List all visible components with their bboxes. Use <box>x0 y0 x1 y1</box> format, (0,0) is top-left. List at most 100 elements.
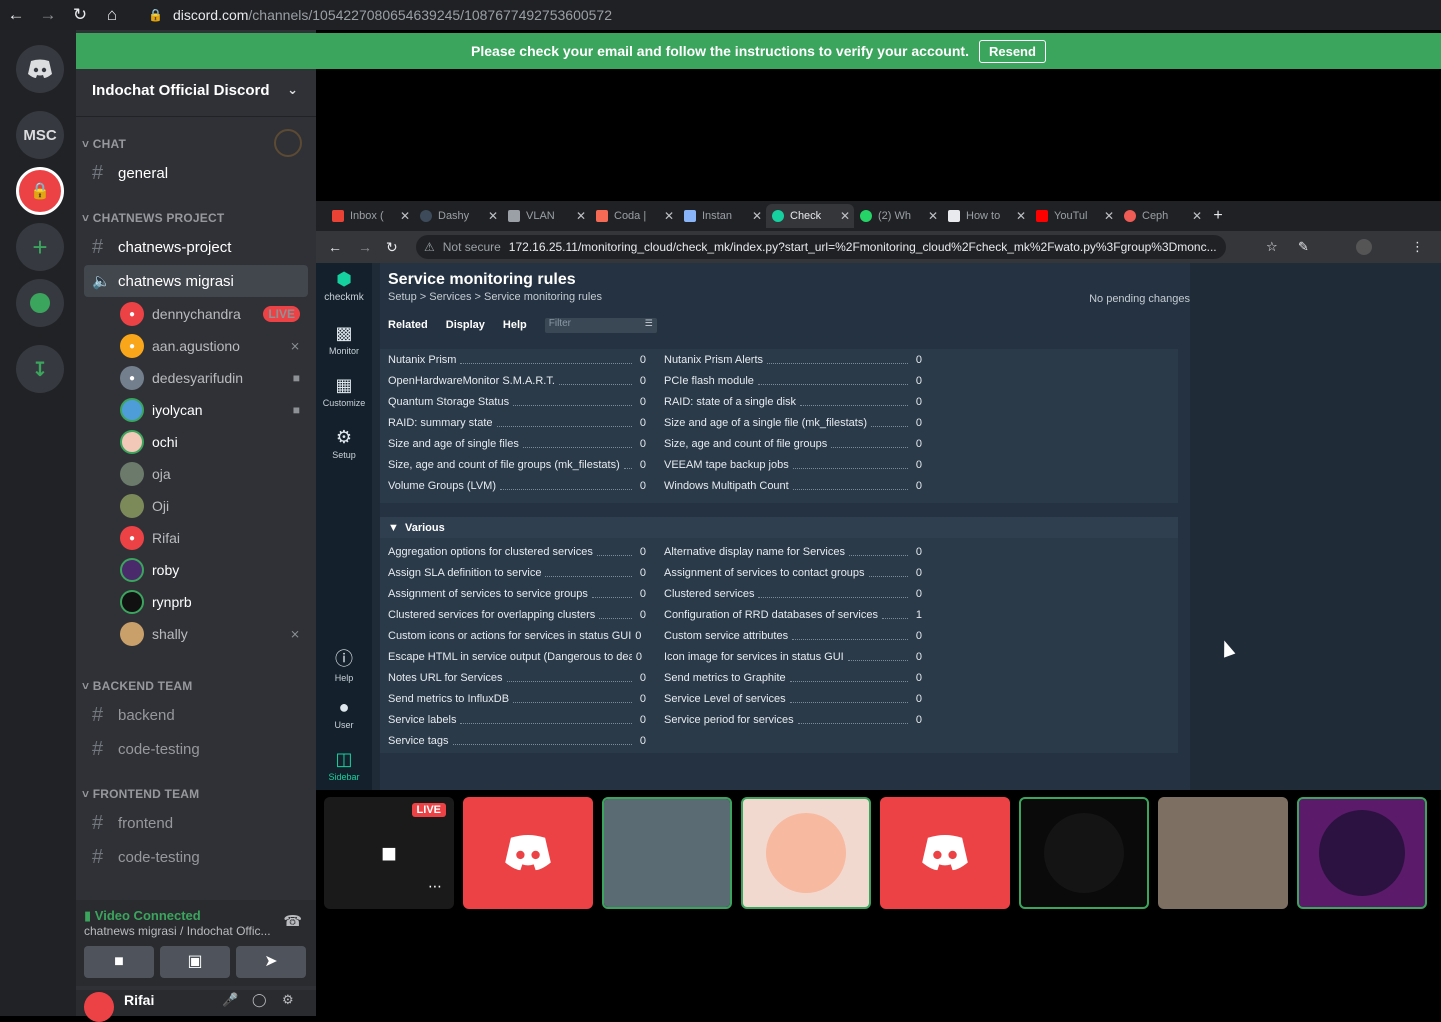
server-indochat-icon[interactable]: 🔒 <box>16 167 64 215</box>
video-tile-avatar[interactable] <box>1019 797 1149 909</box>
nav-help[interactable]: ⓘ Help <box>316 645 372 683</box>
video-tile-avatar[interactable] <box>1297 797 1427 909</box>
forward-icon[interactable]: → <box>358 239 372 255</box>
rule-row[interactable]: Quantum Storage Status 0 <box>388 391 646 412</box>
rule-row[interactable]: Service tags 0 <box>388 730 646 751</box>
category-chat[interactable]: ˅ CHAT <box>82 137 126 151</box>
server-msc[interactable]: MSC <box>16 111 64 159</box>
rule-row[interactable]: Nutanix Prism 0 <box>388 349 646 370</box>
back-icon[interactable]: ← <box>328 239 342 255</box>
rule-row[interactable]: OpenHardwareMonitor S.M.A.R.T. 0 <box>388 370 646 391</box>
nav-sidebar[interactable]: ◫ Sidebar <box>316 749 372 782</box>
new-tab-icon[interactable]: + <box>1206 207 1230 225</box>
channel-backend[interactable]: # backend <box>84 699 308 731</box>
inner-tab[interactable]: (2) Wh ✕ <box>854 204 942 228</box>
discord-home-icon[interactable] <box>16 45 64 93</box>
rule-row[interactable]: Assign SLA definition to service 0 <box>388 562 646 583</box>
rule-row[interactable]: Size and age of single files 0 <box>388 433 646 454</box>
disconnect-icon[interactable]: ☎ <box>283 912 302 930</box>
nav-customize[interactable]: ▦ Customize <box>316 375 372 408</box>
menu-related[interactable]: Related <box>388 319 428 331</box>
explore-icon[interactable] <box>16 279 64 327</box>
inner-tab[interactable]: Ceph ✕ <box>1118 204 1206 228</box>
profile-avatar[interactable] <box>1356 239 1372 255</box>
gear-icon[interactable]: ⚙ <box>282 992 294 1008</box>
rule-row[interactable]: Size, age and count of file groups (mk_f… <box>388 454 646 475</box>
close-icon[interactable]: ✕ <box>840 209 850 223</box>
reload-icon[interactable]: ↻ <box>386 239 398 256</box>
rule-row[interactable]: RAID: summary state 0 <box>388 412 646 433</box>
voice-user[interactable]: Oji <box>120 491 308 521</box>
voice-user[interactable]: ochi <box>120 427 308 457</box>
voice-user[interactable]: roby <box>120 555 308 585</box>
rule-row[interactable]: PCIe flash module 0 <box>664 370 922 391</box>
rule-row[interactable]: Nutanix Prism Alerts 0 <box>664 349 922 370</box>
pending-changes[interactable]: No pending changes <box>1089 293 1190 305</box>
rule-row[interactable]: VEEAM tape backup jobs 0 <box>664 454 922 475</box>
inner-tab[interactable]: Coda | ✕ <box>590 204 678 228</box>
rule-row[interactable]: Service period for services 0 <box>664 709 922 730</box>
home-icon[interactable]: ⌂ <box>96 1 128 29</box>
reload-icon[interactable]: ↻ <box>64 1 96 29</box>
channel-chatnews-project[interactable]: # chatnews-project <box>84 231 308 263</box>
voice-user[interactable]: oja <box>120 459 308 489</box>
mic-icon[interactable]: 🎤 <box>222 992 238 1008</box>
headphones-icon[interactable]: ◯ <box>252 992 267 1008</box>
voice-user[interactable]: rynprb <box>120 587 308 617</box>
channel-frontend[interactable]: # frontend <box>84 807 308 839</box>
extensions-icon[interactable]: ✎ <box>1298 239 1309 255</box>
download-icon[interactable]: ↧ <box>16 345 64 393</box>
breadcrumb[interactable]: Setup > Services > Service monitoring ru… <box>388 291 602 303</box>
video-tile-user[interactable] <box>463 797 593 909</box>
rule-row[interactable]: Configuration of RRD databases of servic… <box>664 604 922 625</box>
rule-row[interactable]: Service Level of services 0 <box>664 688 922 709</box>
rule-row[interactable]: Custom icons or actions for services in … <box>388 625 646 646</box>
voice-user[interactable]: ● dennychandra LIVE <box>120 299 308 329</box>
close-icon[interactable]: ✕ <box>752 209 762 223</box>
address-bar[interactable]: 🔒 discord.com /channels/1054227080654639… <box>148 7 612 23</box>
nav-setup[interactable]: ⚙ Setup <box>316 427 372 460</box>
avatar[interactable] <box>84 992 114 1022</box>
inner-tab[interactable]: How to ✕ <box>942 204 1030 228</box>
close-icon[interactable]: ✕ <box>400 209 410 223</box>
activity-button[interactable]: ➤ <box>236 946 306 978</box>
voice-user[interactable]: ● aan.agustiono ⨯ <box>120 331 308 361</box>
rule-row[interactable]: Clustered services 0 <box>664 583 922 604</box>
rule-row[interactable]: Assignment of services to service groups… <box>388 583 646 604</box>
rule-row[interactable]: Assignment of services to contact groups… <box>664 562 922 583</box>
channel-general[interactable]: # general <box>84 157 308 189</box>
filter-input[interactable]: Filter ☰ <box>544 317 657 333</box>
category-chatnews-project[interactable]: ˅ CHATNEWS PROJECT <box>82 211 224 225</box>
category-backend[interactable]: ˅ BACKEND TEAM <box>82 679 192 693</box>
star-icon[interactable]: ☆ <box>1266 239 1278 255</box>
voice-user[interactable]: shally ⨯ <box>120 619 308 649</box>
back-icon[interactable]: ← <box>0 1 32 29</box>
rule-row[interactable]: Size, age and count of file groups 0 <box>664 433 922 454</box>
video-button[interactable]: ■ <box>84 946 154 978</box>
rule-row[interactable]: Notes URL for Services 0 <box>388 667 646 688</box>
inner-tab[interactable]: Inbox (✕ <box>326 204 414 228</box>
video-tile-camera[interactable] <box>602 797 732 909</box>
rule-row[interactable]: Size and age of a single file (mk_filest… <box>664 412 922 433</box>
nav-monitor[interactable]: ▩ Monitor <box>316 323 372 356</box>
checkmk-logo[interactable]: ⬢ checkmk <box>316 269 372 303</box>
rule-row[interactable]: RAID: state of a single disk 0 <box>664 391 922 412</box>
inner-url-field[interactable]: ⚠ Not secure 172.16.25.11/monitoring_clo… <box>416 235 1226 259</box>
video-tile-avatar[interactable] <box>741 797 871 909</box>
close-icon[interactable]: ✕ <box>1016 209 1026 223</box>
menu-dots-icon[interactable]: ⋮ <box>1411 239 1424 255</box>
video-tile-user[interactable] <box>880 797 1010 909</box>
forward-icon[interactable]: → <box>32 1 64 29</box>
video-tile-camera[interactable] <box>1158 797 1288 909</box>
video-tile-stream[interactable]: LIVE ■ ⋯ <box>324 797 454 909</box>
inner-tab[interactable]: Instan ✕ <box>678 204 766 228</box>
rule-row[interactable]: Service labels 0 <box>388 709 646 730</box>
close-icon[interactable]: ✕ <box>928 209 938 223</box>
rule-row[interactable]: Custom service attributes 0 <box>664 625 922 646</box>
channel-code-testing[interactable]: # code-testing <box>84 841 308 873</box>
rule-row[interactable]: Alternative display name for Services 0 <box>664 541 922 562</box>
vc-location[interactable]: chatnews migrasi / Indochat Offic... <box>84 924 271 938</box>
category-frontend[interactable]: ˅ FRONTEND TEAM <box>82 787 199 801</box>
channel-code-testing[interactable]: # code-testing <box>84 733 308 765</box>
inner-tab[interactable]: VLAN ✕ <box>502 204 590 228</box>
